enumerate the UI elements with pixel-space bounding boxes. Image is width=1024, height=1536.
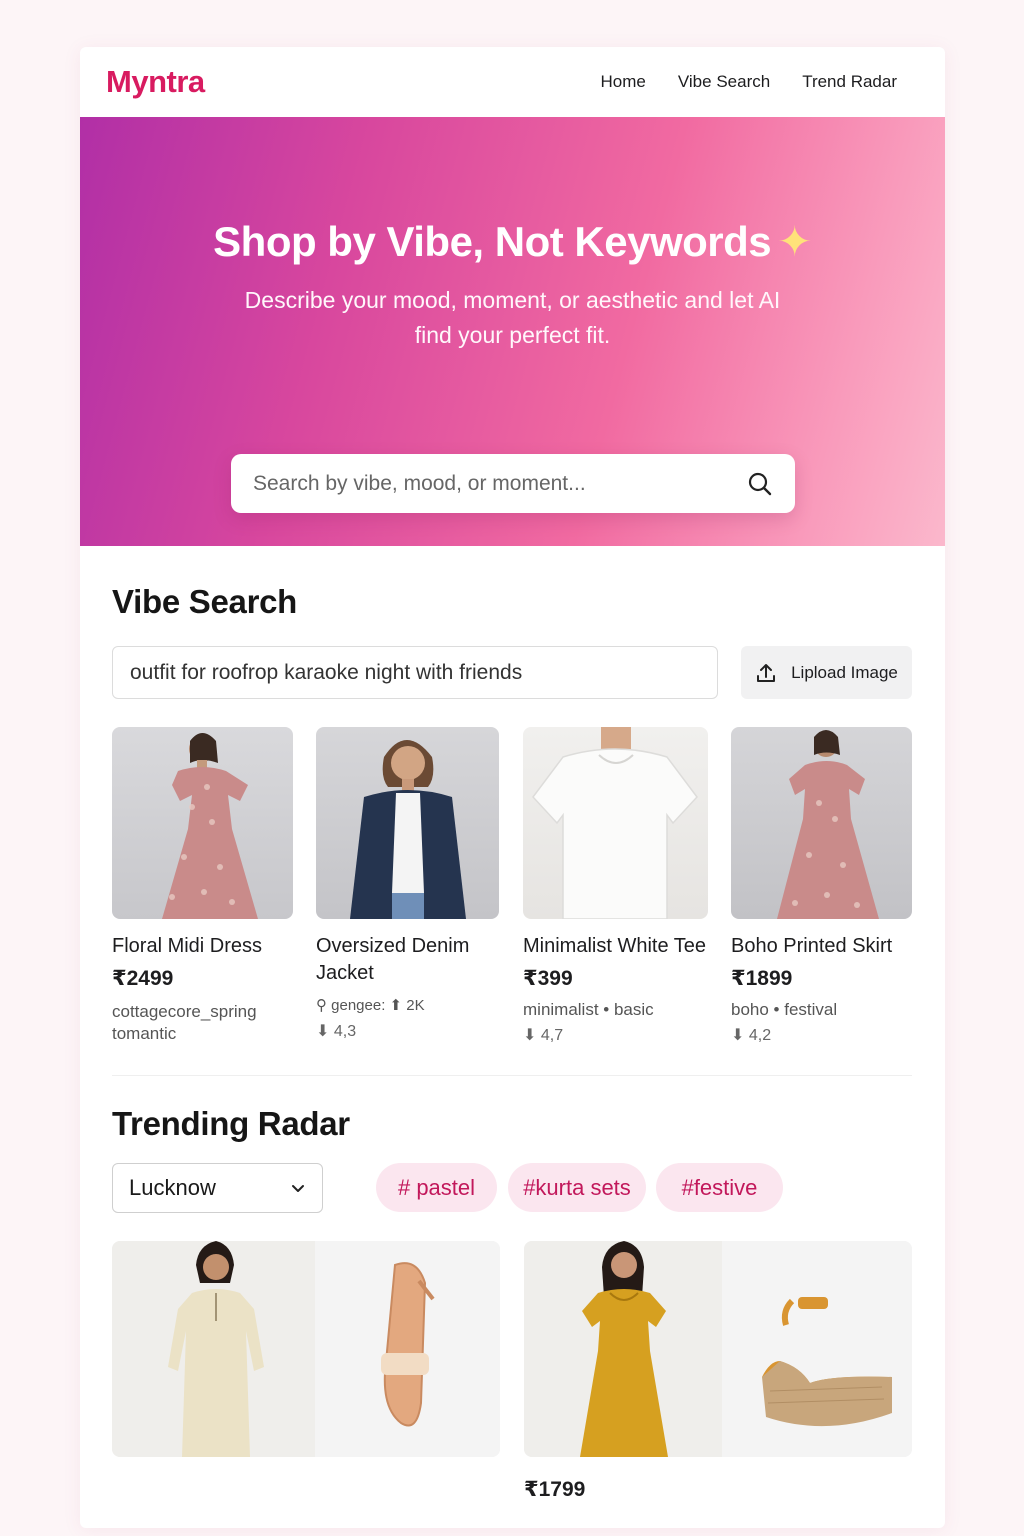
product-rating: ⬇ 4,7 bbox=[523, 1027, 564, 1044]
trending-radar-title: Trending Radar bbox=[112, 1105, 350, 1142]
product-tags: cottagecore_spring tomantic bbox=[112, 1002, 257, 1043]
trend-chip-kurta-sets[interactable]: #kurta sets bbox=[508, 1163, 646, 1212]
product-image[interactable] bbox=[523, 727, 708, 919]
nav-trend-radar[interactable]: Trend Radar bbox=[802, 72, 897, 92]
product-rating: ⬇ 4,3 bbox=[316, 1023, 357, 1040]
product-price: ₹1899 bbox=[731, 967, 793, 990]
trend-look-card[interactable] bbox=[524, 1241, 912, 1457]
vibe-search-title: Vibe Search bbox=[112, 583, 298, 620]
trend-outfit-image[interactable] bbox=[524, 1241, 722, 1457]
product-image[interactable] bbox=[112, 727, 293, 919]
product-card[interactable]: Floral Midi Dress ₹2499 cottagecore_spri… bbox=[112, 727, 293, 1045]
trend-look-card[interactable] bbox=[112, 1241, 500, 1457]
myntra-logo[interactable]: Myntra bbox=[106, 64, 205, 100]
product-name[interactable]: Boho Printed Skirt bbox=[731, 933, 912, 960]
hero-subtitle: Describe your mood, moment, or aesthetic… bbox=[244, 287, 781, 348]
product-image[interactable] bbox=[316, 727, 499, 919]
upload-image-label: Lipload Image bbox=[791, 662, 898, 682]
city-dropdown[interactable]: Lucknow bbox=[112, 1163, 323, 1213]
upload-icon bbox=[757, 663, 776, 682]
search-icon[interactable] bbox=[747, 471, 773, 497]
hero-title: Shop by Vibe, Not Keywords ✦ bbox=[80, 217, 945, 266]
product-name[interactable]: Oversized Denim Jacket bbox=[316, 933, 499, 987]
hero-search-bar bbox=[231, 454, 795, 513]
trend-footwear-image[interactable] bbox=[722, 1241, 912, 1457]
product-image[interactable] bbox=[731, 727, 912, 919]
product-card[interactable]: Minimalist White Tee ₹399 minimalist • b… bbox=[523, 727, 708, 1045]
product-tags: ⚲ gengee: ⬆ 2K bbox=[316, 997, 425, 1014]
product-price: ₹2499 bbox=[112, 967, 174, 990]
hero-banner: Shop by Vibe, Not Keywords ✦ Describe you… bbox=[80, 117, 945, 546]
page-card: Myntra Home Vibe Search Trend Radar Shop… bbox=[80, 47, 945, 1528]
city-dropdown-value: Lucknow bbox=[129, 1175, 216, 1200]
trend-look-price: ₹1799 bbox=[524, 1478, 586, 1501]
hero-search-input[interactable] bbox=[253, 471, 747, 496]
product-card[interactable]: Oversized Denim Jacket ⚲ gengee: ⬆ 2K ⬇ … bbox=[316, 727, 499, 1041]
product-price: ₹399 bbox=[523, 967, 573, 990]
product-tags: minimalist • basic bbox=[523, 1000, 654, 1019]
chevron-down-icon bbox=[292, 1185, 304, 1192]
nav-vibe-search[interactable]: Vibe Search bbox=[678, 72, 770, 92]
product-name[interactable]: Minimalist White Tee bbox=[523, 933, 708, 960]
upload-image-button[interactable]: Lipload Image bbox=[741, 646, 912, 699]
trend-outfit-image[interactable] bbox=[112, 1241, 315, 1457]
trend-chip-pastel[interactable]: # pastel bbox=[376, 1163, 497, 1212]
product-card[interactable]: Boho Printed Skirt ₹1899 boho • festival… bbox=[731, 727, 912, 1045]
product-rating: ⬇ 4,2 bbox=[731, 1027, 772, 1044]
section-divider bbox=[112, 1075, 912, 1076]
main-nav: Home Vibe Search Trend Radar bbox=[601, 72, 897, 92]
sparkle-icon: ✦ bbox=[777, 218, 812, 265]
nav-home[interactable]: Home bbox=[601, 72, 646, 92]
product-tags: boho • festival bbox=[731, 1000, 838, 1019]
product-name[interactable]: Floral Midi Dress bbox=[112, 933, 293, 960]
top-header: Myntra Home Vibe Search Trend Radar bbox=[80, 47, 945, 117]
vibe-query-input[interactable] bbox=[130, 660, 700, 685]
trend-footwear-image[interactable] bbox=[315, 1241, 500, 1457]
vibe-query-field bbox=[112, 646, 718, 699]
trend-chip-festive[interactable]: #festive bbox=[656, 1163, 783, 1212]
hero-title-text: Shop by Vibe, Not Keywords bbox=[213, 218, 772, 265]
